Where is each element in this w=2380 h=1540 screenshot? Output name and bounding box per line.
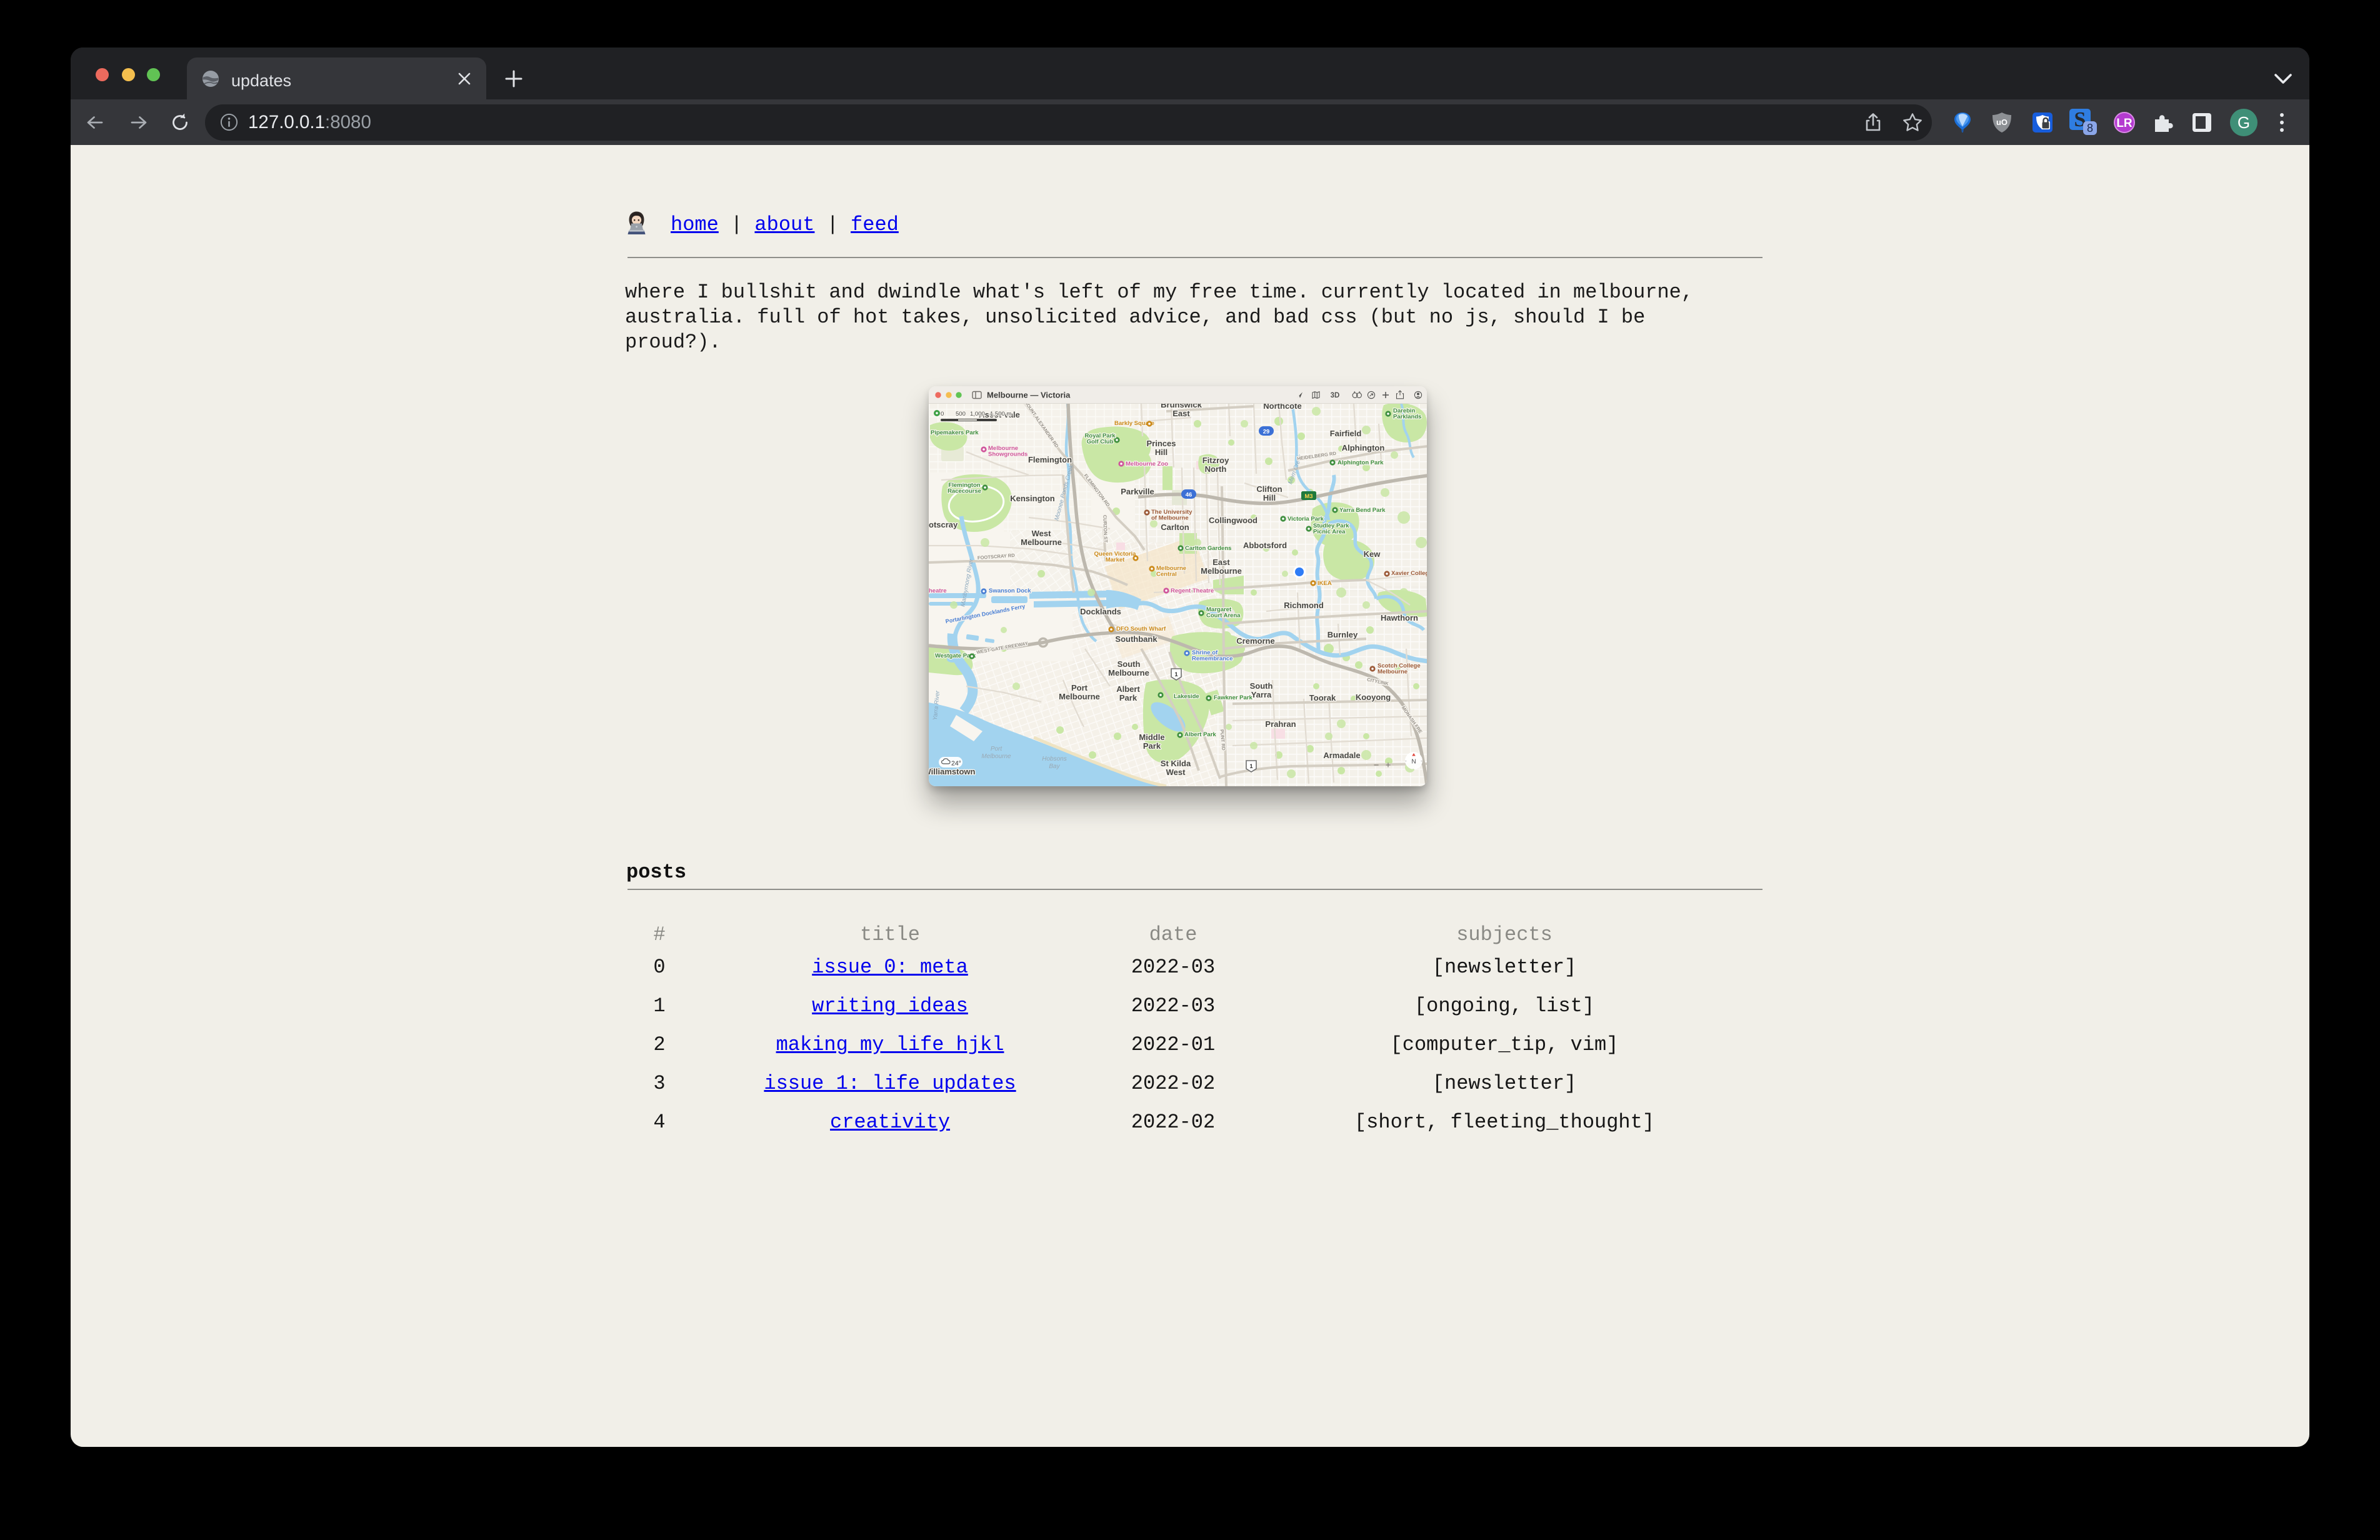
svg-text:Swanson Dock: Swanson Dock xyxy=(989,588,1031,594)
svg-text:FitzroyNorth: FitzroyNorth xyxy=(1202,456,1229,474)
svg-text:SouthYarra: SouthYarra xyxy=(1250,681,1273,699)
svg-text:M3: M3 xyxy=(1304,493,1312,500)
svg-text:Richmond: Richmond xyxy=(1284,601,1324,610)
svg-text:Southbank: Southbank xyxy=(1115,634,1158,644)
svg-text:Cremorne: Cremorne xyxy=(1236,636,1274,646)
svg-text:Xavier College: Xavier College xyxy=(1391,570,1427,577)
svg-text:29: 29 xyxy=(1263,429,1270,436)
svg-text:IKEA: IKEA xyxy=(1318,580,1332,587)
svg-text:.: . xyxy=(1412,765,1414,771)
svg-text:Abbotsford: Abbotsford xyxy=(1243,541,1287,550)
svg-text:Melbourne — Victoria: Melbourne — Victoria xyxy=(987,391,1071,400)
svg-text:DFO South Wharf: DFO South Wharf xyxy=(1116,626,1166,632)
svg-text:Royal ParkGolf Club: Royal ParkGolf Club xyxy=(1084,432,1116,446)
svg-text:Parkville: Parkville xyxy=(1121,487,1154,496)
svg-text:otscray: otscray xyxy=(929,520,958,529)
svg-text:0: 0 xyxy=(941,411,944,418)
svg-text:46: 46 xyxy=(1186,492,1192,499)
svg-text:1: 1 xyxy=(1174,671,1178,678)
svg-text:Williamstown: Williamstown xyxy=(929,767,976,776)
svg-text:LR: LR xyxy=(2116,117,2132,130)
svg-text:24°: 24° xyxy=(951,760,961,768)
svg-text:1,000: 1,000 xyxy=(970,411,985,418)
svg-text:Burnley: Burnley xyxy=(1328,630,1358,639)
svg-text:-: - xyxy=(1421,758,1422,764)
svg-text:Flemington: Flemington xyxy=(1028,455,1072,464)
svg-text:Prahran: Prahran xyxy=(1265,719,1296,729)
svg-text:Alphington Park: Alphington Park xyxy=(1338,459,1384,466)
svg-text:8: 8 xyxy=(2087,122,2093,134)
svg-text:Studley ParkPicnic Area: Studley ParkPicnic Area xyxy=(1313,522,1349,536)
svg-text:Kooyong: Kooyong xyxy=(1356,692,1391,702)
svg-text:Armadale: Armadale xyxy=(1323,751,1360,760)
svg-text:Docklands: Docklands xyxy=(1080,607,1121,616)
svg-text:1: 1 xyxy=(1249,763,1253,770)
svg-text:The Universityof Melbourne: The Universityof Melbourne xyxy=(1151,509,1192,522)
svg-text:Collingwood: Collingwood xyxy=(1209,516,1258,525)
svg-text:Regent Theatre: Regent Theatre xyxy=(1171,588,1214,594)
svg-text:Kew: Kew xyxy=(1364,549,1381,559)
svg-text:-: - xyxy=(1405,758,1407,764)
svg-text:Carlton Gardens: Carlton Gardens xyxy=(1185,545,1231,552)
svg-text:Pipemakers Park: Pipemakers Park xyxy=(931,429,979,436)
svg-text:heatre: heatre xyxy=(929,588,947,594)
svg-text:CURZON ST: CURZON ST xyxy=(1102,515,1109,543)
svg-text:Victoria Park: Victoria Park xyxy=(1288,516,1324,522)
svg-text:+: + xyxy=(1386,760,1391,771)
svg-text:Yarra Bend Park: Yarra Bend Park xyxy=(1339,507,1386,514)
svg-text:N: N xyxy=(1411,759,1416,766)
svg-text:Fairfield: Fairfield xyxy=(1330,429,1362,438)
svg-text:3D: 3D xyxy=(1331,392,1340,399)
svg-text:Toorak: Toorak xyxy=(1309,693,1336,702)
svg-text:Lakeside: Lakeside xyxy=(1174,693,1199,700)
svg-text:Alphington: Alphington xyxy=(1342,443,1385,452)
svg-text:Carlton: Carlton xyxy=(1161,522,1189,532)
svg-text:uO: uO xyxy=(1996,118,2008,127)
svg-text:Albert Park: Albert Park xyxy=(1184,731,1216,738)
svg-text:FlemingtonRacecourse: FlemingtonRacecourse xyxy=(948,482,981,495)
svg-text:Melbourne Zoo: Melbourne Zoo xyxy=(1126,461,1168,468)
svg-text:500: 500 xyxy=(956,411,966,418)
svg-text:−: − xyxy=(1374,760,1379,771)
svg-text:Hawthorn: Hawthorn xyxy=(1381,613,1418,622)
svg-text:1,500 m: 1,500 m xyxy=(990,411,1011,418)
svg-text:Fawkner Park: Fawkner Park xyxy=(1214,694,1252,701)
svg-text:AlbertPark: AlbertPark xyxy=(1116,684,1140,702)
svg-text:Kensington: Kensington xyxy=(1010,494,1055,503)
